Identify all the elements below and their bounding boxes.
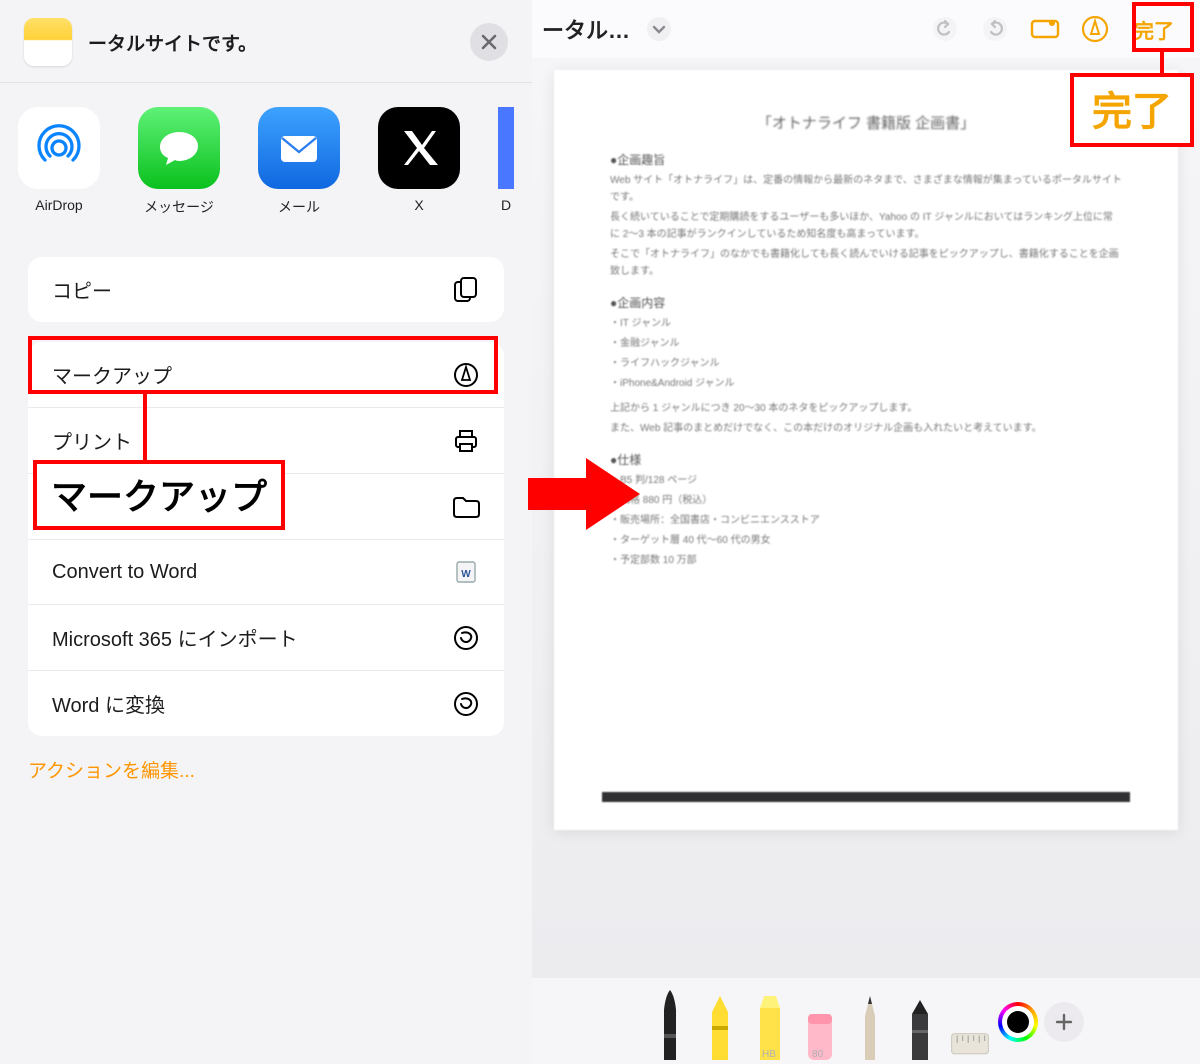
- tool-size-label: 80: [812, 1049, 823, 1060]
- doc-text: 上記から 1 ジャンルにつき 20〜30 本のネタをピックアップします。: [610, 400, 1122, 417]
- eraser-tool[interactable]: 80: [798, 982, 842, 1060]
- markup-pen-icon: [1081, 15, 1109, 43]
- action-label: Microsoft 365 にインポート: [52, 623, 298, 652]
- done-button[interactable]: 完了: [1124, 11, 1184, 48]
- doc-text: Web サイト「オトナライフ」は、定番の情報から最新のネタまで、さまざまな情報が…: [610, 172, 1122, 206]
- action-label: "ファイル"に保存: [52, 492, 206, 521]
- pencil-tool[interactable]: [848, 982, 892, 1060]
- share-sheet: ータルサイトです。 AirDrop メッセージ: [0, 0, 532, 1064]
- actions-group-1: コピー: [28, 257, 504, 322]
- share-target-label: AirDrop: [35, 197, 82, 213]
- markup-icon: [452, 361, 480, 389]
- share-target-label: X: [414, 197, 423, 213]
- partial-app-icon: [498, 107, 514, 189]
- share-target-partial[interactable]: D: [498, 107, 514, 217]
- plus-icon: [1054, 1012, 1074, 1032]
- marker-tool[interactable]: [698, 982, 742, 1060]
- svg-text:W: W: [461, 569, 471, 580]
- x-app-icon: [378, 107, 460, 189]
- word-doc-icon: W: [452, 558, 480, 586]
- crayon-tool[interactable]: [898, 982, 942, 1060]
- print-icon: [452, 427, 480, 455]
- doc-text: ・IT ジャンル: [610, 315, 1122, 332]
- doc-footer-bar: [602, 792, 1130, 802]
- action-save-to-files[interactable]: "ファイル"に保存: [28, 474, 504, 540]
- messages-icon: [138, 107, 220, 189]
- close-icon: [480, 33, 498, 51]
- mail-icon: [258, 107, 340, 189]
- doc-text: ・価格 880 円（税込）: [610, 492, 1122, 509]
- notes-app-icon: [24, 18, 72, 66]
- action-word-convert-jp[interactable]: Word に変換: [28, 671, 504, 736]
- doc-text: ・ターゲット層 40 代〜60 代の男女: [610, 532, 1122, 549]
- action-print[interactable]: プリント: [28, 408, 504, 474]
- current-color-dot: [1007, 1011, 1029, 1033]
- undo-icon: [931, 15, 959, 43]
- share-target-airdrop[interactable]: AirDrop: [18, 107, 100, 217]
- actions-group-2: マークアップ プリント "ファイル"に保存 Convert to Word: [28, 342, 504, 736]
- doc-text: ・金融ジャンル: [610, 335, 1122, 352]
- action-label: Convert to Word: [52, 561, 197, 584]
- folder-icon: [452, 493, 480, 521]
- undo-button[interactable]: [924, 8, 966, 50]
- doc-text: ・ライフハックジャンル: [610, 355, 1122, 372]
- document-page: 「オトナライフ 書籍版 企画書」 ●企画趣旨 Web サイト「オトナライフ」は、…: [554, 70, 1178, 830]
- action-markup[interactable]: マークアップ: [28, 342, 504, 408]
- redo-button[interactable]: [974, 8, 1016, 50]
- share-targets-row: AirDrop メッセージ メール X: [0, 83, 532, 237]
- share-target-messages[interactable]: メッセージ: [138, 107, 220, 217]
- doc-text: ・iPhone&Android ジャンル: [610, 375, 1122, 392]
- markup-toolbar: ータル… 完了: [532, 0, 1200, 58]
- close-button[interactable]: [470, 23, 508, 61]
- share-target-x[interactable]: X: [378, 107, 460, 217]
- markup-toggle-button[interactable]: [1074, 8, 1116, 50]
- color-picker[interactable]: [998, 1002, 1038, 1042]
- toolbar-title: ータル…: [542, 13, 630, 45]
- share-target-label: メール: [278, 197, 320, 217]
- doc-text: 長く続いていることで定期購読をするユーザーも多いほか、Yahoo の IT ジャ…: [610, 209, 1122, 243]
- doc-text: ・予定部数 10 万部: [610, 552, 1122, 569]
- doc-text: また、Web 記事のまとめだけでなく、この本だけのオリジナル企画も入れたいと考え…: [610, 420, 1122, 437]
- action-copy[interactable]: コピー: [28, 257, 504, 322]
- edit-actions-link[interactable]: アクションを編集...: [0, 736, 532, 803]
- action-label: マークアップ: [52, 360, 172, 389]
- autofit-button[interactable]: [1024, 8, 1066, 50]
- redo-icon: [981, 15, 1009, 43]
- doc-text: ・販売場所：全国書店・コンビニエンスストア: [610, 512, 1122, 529]
- document-viewport[interactable]: 「オトナライフ 書籍版 企画書」 ●企画趣旨 Web サイト「オトナライフ」は、…: [532, 58, 1200, 978]
- share-target-mail[interactable]: メール: [258, 107, 340, 217]
- markup-editor: ータル… 完了 「オトナライフ 書籍版 企画書」 ●企画趣旨: [532, 0, 1200, 1064]
- highlighter-tool[interactable]: HB: [748, 982, 792, 1060]
- doc-text: ・B5 判/128 ページ: [610, 472, 1122, 489]
- doc-title: 「オトナライフ 書籍版 企画書」: [610, 112, 1122, 133]
- add-tool-button[interactable]: [1044, 1002, 1084, 1042]
- doc-text: そこで「オトナライフ」のなかでも書籍化しても長く読んでいける記事をピックアップし…: [610, 246, 1122, 280]
- action-ms365-import[interactable]: Microsoft 365 にインポート: [28, 605, 504, 671]
- action-label: コピー: [52, 275, 112, 304]
- action-convert-to-word[interactable]: Convert to Word W: [28, 540, 504, 605]
- collapse-button[interactable]: [638, 8, 680, 50]
- doc-heading: ●企画趣旨: [610, 151, 1122, 168]
- share-title: ータルサイトです。: [88, 29, 470, 56]
- share-header: ータルサイトです。: [0, 0, 532, 83]
- ms365-icon: [452, 624, 480, 652]
- action-label: Word に変換: [52, 689, 165, 718]
- share-target-label: メッセージ: [144, 197, 214, 217]
- pen-tool[interactable]: [648, 982, 692, 1060]
- copy-icon: [452, 276, 480, 304]
- doc-heading: ●仕様: [610, 451, 1122, 468]
- markup-palette: HB 80: [532, 978, 1200, 1064]
- autofit-icon: [1030, 17, 1060, 41]
- ruler-tool[interactable]: [948, 982, 992, 1060]
- airdrop-icon: [18, 107, 100, 189]
- doc-heading: ●企画内容: [610, 294, 1122, 311]
- ms365-icon: [452, 690, 480, 718]
- action-label: プリント: [52, 426, 132, 455]
- chevron-down-icon: [645, 15, 673, 43]
- tool-size-label: HB: [762, 1049, 776, 1060]
- share-target-label: D: [501, 197, 511, 213]
